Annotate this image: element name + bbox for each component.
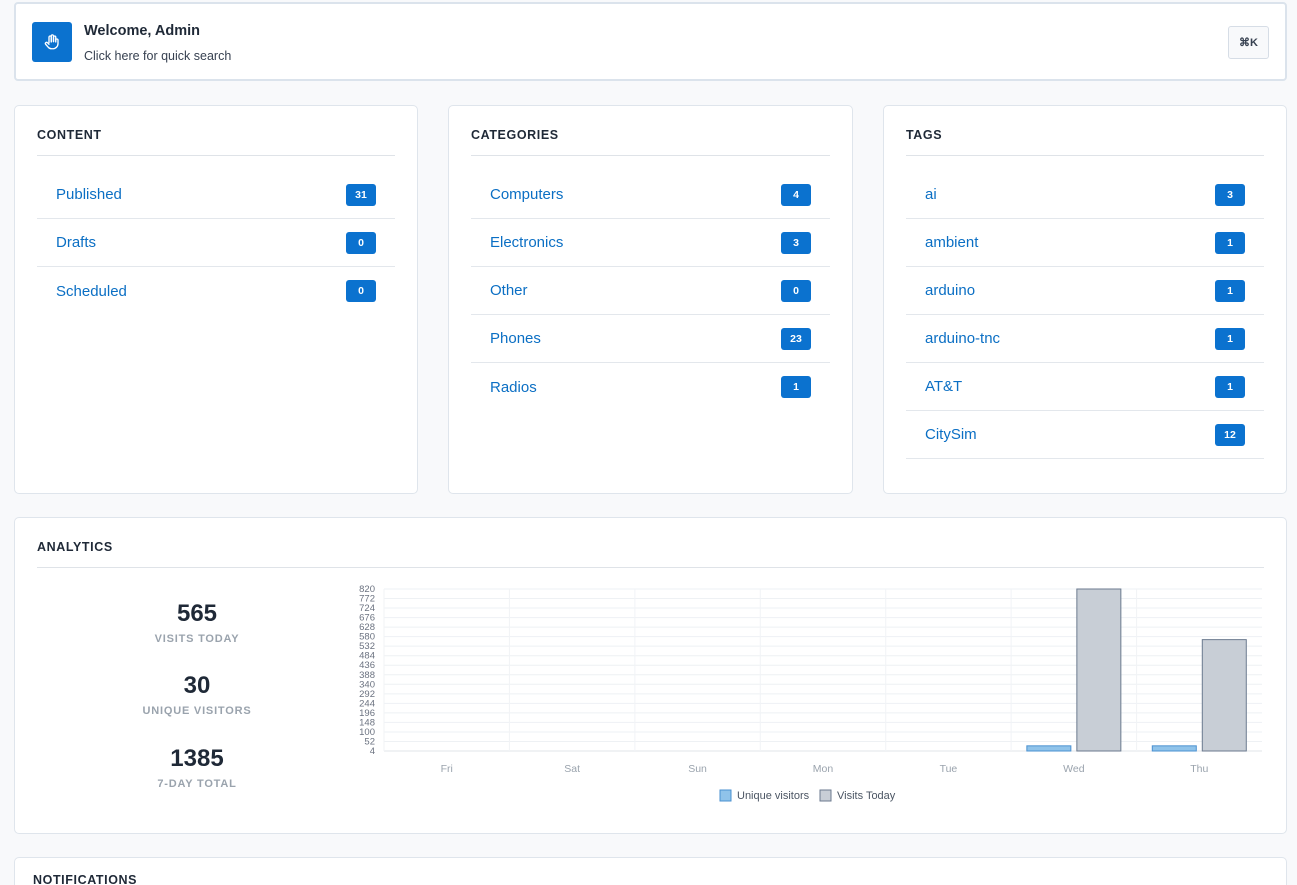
- count-badge: 0: [346, 231, 376, 254]
- card-title: CATEGORIES: [471, 128, 559, 142]
- y-tick-label: 532: [359, 641, 375, 652]
- list-item[interactable]: ambient 1: [906, 219, 1264, 267]
- list-item-link[interactable]: ambient: [925, 234, 978, 251]
- y-tick-label: 100: [359, 727, 375, 738]
- x-tick-label: Thu: [1190, 763, 1208, 775]
- divider: [471, 155, 830, 156]
- x-tick-label: Tue: [940, 763, 958, 775]
- list-item-link[interactable]: Radios: [490, 379, 537, 396]
- y-tick-label: 676: [359, 613, 375, 624]
- list-item[interactable]: AT&T 1: [906, 363, 1264, 411]
- notifications-card: NOTIFICATIONS: [14, 857, 1287, 885]
- bar-unique-visitors: [1151, 745, 1197, 752]
- count-badge: 23: [781, 327, 811, 350]
- count-badge: 4: [781, 183, 811, 206]
- list-item-link[interactable]: Phones: [490, 330, 541, 347]
- list-item[interactable]: arduino-tnc 1: [906, 315, 1264, 363]
- y-tick-label: 628: [359, 622, 375, 633]
- y-tick-label: 340: [359, 679, 375, 690]
- content-card: CONTENT Published 31 Drafts 0 Scheduled …: [14, 105, 418, 494]
- card-title: TAGS: [906, 128, 943, 142]
- x-tick-label: Fri: [441, 763, 453, 775]
- list-item[interactable]: Computers 4: [471, 171, 830, 219]
- x-tick-label: Sun: [688, 763, 707, 775]
- list-item-link[interactable]: arduino-tnc: [925, 330, 1000, 347]
- list-item[interactable]: CitySim 12: [906, 411, 1264, 459]
- card-title: NOTIFICATIONS: [33, 873, 138, 885]
- list-item-link[interactable]: Drafts: [56, 234, 96, 251]
- welcome-bar[interactable]: Welcome, Admin Click here for quick sear…: [14, 2, 1287, 81]
- y-tick-label: 580: [359, 632, 375, 643]
- hand-wave-icon: [32, 22, 72, 62]
- list-item-link[interactable]: arduino: [925, 282, 975, 299]
- divider: [37, 155, 395, 156]
- count-badge: 0: [346, 280, 376, 302]
- count-badge: 0: [781, 279, 811, 302]
- y-tick-label: 436: [359, 660, 375, 671]
- list-item-link[interactable]: Published: [56, 186, 122, 203]
- count-badge: 1: [1215, 279, 1245, 302]
- divider: [906, 155, 1264, 156]
- count-badge: 1: [781, 376, 811, 398]
- list-item[interactable]: Scheduled 0: [37, 267, 395, 315]
- bar-unique-visitors: [1026, 745, 1072, 752]
- list-item-link[interactable]: ai: [925, 186, 937, 203]
- count-badge: 1: [1215, 231, 1245, 254]
- categories-card: CATEGORIES Computers 4 Electronics 3 Oth…: [448, 105, 853, 494]
- y-tick-label: 484: [359, 651, 375, 662]
- y-tick-label: 244: [359, 698, 375, 709]
- y-tick-label: 772: [359, 594, 375, 605]
- card-title: CONTENT: [37, 128, 102, 142]
- y-tick-label: 148: [359, 717, 375, 728]
- y-tick-label: 4: [370, 746, 375, 757]
- quick-search-link[interactable]: Click here for quick search: [84, 49, 231, 63]
- list-item-link[interactable]: Scheduled: [56, 283, 127, 300]
- list-item-link[interactable]: AT&T: [925, 378, 962, 395]
- legend-label: Unique visitors: [737, 790, 810, 802]
- bar-visits-today: [1201, 639, 1247, 752]
- y-tick-label: 52: [364, 736, 375, 747]
- content-list: Published 31 Drafts 0 Scheduled 0: [37, 171, 395, 315]
- count-badge: 3: [781, 231, 811, 254]
- list-item[interactable]: arduino 1: [906, 267, 1264, 315]
- list-item[interactable]: Other 0: [471, 267, 830, 315]
- quick-search-shortcut[interactable]: ⌘K: [1228, 26, 1269, 59]
- list-item[interactable]: Drafts 0: [37, 219, 395, 267]
- list-item[interactable]: Phones 23: [471, 315, 830, 363]
- legend-swatch: [719, 789, 732, 802]
- legend-swatch: [819, 789, 832, 802]
- count-badge: 1: [1215, 375, 1245, 398]
- list-item[interactable]: Radios 1: [471, 363, 830, 411]
- x-tick-label: Wed: [1063, 763, 1085, 775]
- count-badge: 1: [1215, 327, 1245, 350]
- count-badge: 12: [1215, 423, 1245, 446]
- list-item[interactable]: Published 31: [37, 171, 395, 219]
- list-item[interactable]: ai 3: [906, 171, 1264, 219]
- analytics-card: ANALYTICS 565 VISITS TODAY 30 UNIQUE VIS…: [14, 517, 1287, 834]
- categories-list: Computers 4 Electronics 3 Other 0 Phones…: [471, 171, 830, 411]
- x-tick-label: Sat: [564, 763, 580, 775]
- legend-label: Visits Today: [837, 790, 896, 802]
- y-tick-label: 292: [359, 689, 375, 700]
- y-tick-label: 724: [359, 603, 375, 614]
- visits-bar-chart: 4521001481962442923403884364845325806286…: [359, 584, 1262, 802]
- list-item[interactable]: Electronics 3: [471, 219, 830, 267]
- welcome-title: Welcome, Admin: [84, 23, 201, 39]
- y-tick-label: 388: [359, 670, 375, 681]
- y-tick-label: 820: [359, 584, 375, 595]
- tags-card: TAGS ai 3 ambient 1 arduino 1 arduino-tn…: [883, 105, 1287, 494]
- y-tick-label: 196: [359, 708, 375, 719]
- count-badge: 31: [346, 183, 376, 206]
- bar-visits-today: [1076, 588, 1122, 752]
- tags-list: ai 3 ambient 1 arduino 1 arduino-tnc 1 A…: [906, 171, 1264, 459]
- list-item-link[interactable]: Other: [490, 282, 528, 299]
- list-item-link[interactable]: Electronics: [490, 234, 563, 251]
- count-badge: 3: [1215, 183, 1245, 206]
- list-item-link[interactable]: CitySim: [925, 426, 977, 443]
- x-tick-label: Mon: [813, 763, 834, 775]
- list-item-link[interactable]: Computers: [490, 186, 563, 203]
